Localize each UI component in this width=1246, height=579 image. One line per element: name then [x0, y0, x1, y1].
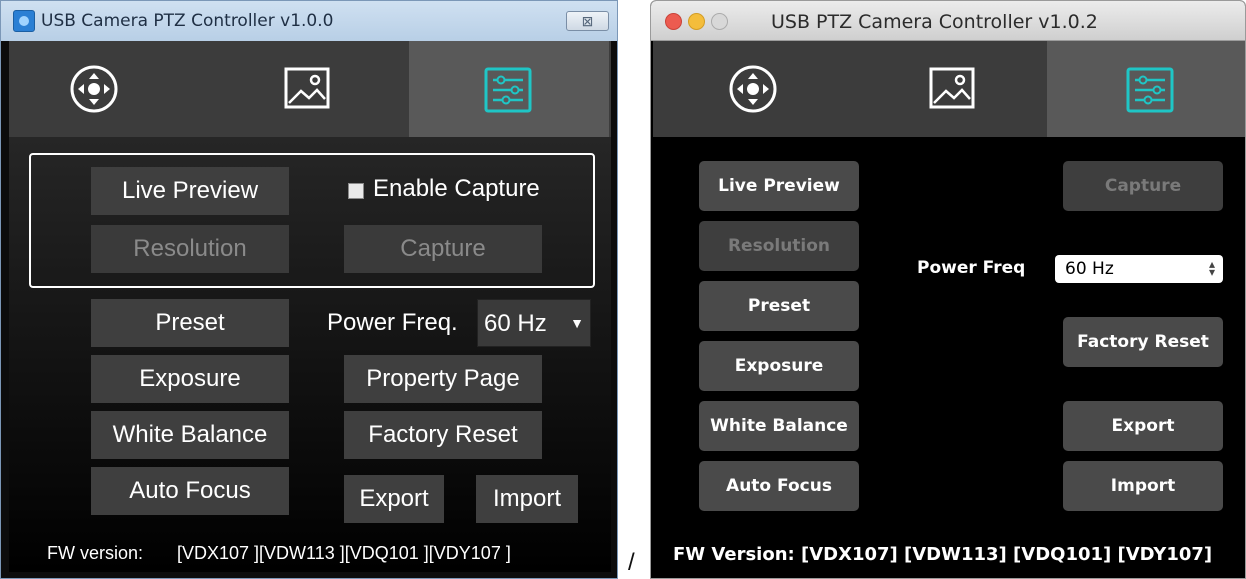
fw-version-label: FW version: [47, 543, 144, 563]
settings-panel: Live Preview Enable Capture Resolution C… [9, 137, 611, 572]
white-balance-button[interactable]: White Balance [699, 401, 859, 451]
power-freq-label: Power Freq. [327, 309, 458, 336]
auto-focus-button[interactable]: Auto Focus [699, 461, 859, 511]
stepper-arrows-icon: ▴ ▾ [1208, 257, 1215, 279]
window-title: USB PTZ Camera Controller v1.0.2 [771, 11, 1098, 33]
tab-bar [9, 41, 611, 137]
capture-button[interactable]: Capture [344, 225, 542, 273]
fw-version-text: FW Version: [VDX107] [VDW113] [VDQ101] [… [673, 544, 1213, 565]
enable-capture-label: Enable Capture [373, 175, 540, 202]
enable-capture-checkbox[interactable] [348, 183, 364, 199]
minimize-button[interactable] [688, 13, 705, 30]
tab-bar [653, 41, 1245, 137]
sliders-settings-icon [1126, 67, 1174, 113]
import-button[interactable]: Import [1063, 461, 1223, 511]
capture-button[interactable]: Capture [1063, 161, 1223, 211]
preset-button[interactable]: Preset [91, 299, 289, 347]
resolution-button[interactable]: Resolution [699, 221, 859, 271]
image-settings-icon [284, 67, 330, 109]
tab-settings[interactable] [1047, 41, 1245, 137]
power-freq-value: 60 Hz [1065, 259, 1114, 279]
tab-ptz-control[interactable] [9, 41, 209, 137]
title-bar: USB PTZ Camera Controller v1.0.2 [651, 1, 1245, 41]
title-bar: USB Camera PTZ Controller v1.0.0 ⊠ [1, 1, 617, 41]
power-freq-select[interactable]: 60 Hz ▼ [477, 299, 591, 347]
dropdown-arrow-icon: ▼ [564, 300, 590, 346]
resolution-button[interactable]: Resolution [91, 225, 289, 273]
factory-reset-button[interactable]: Factory Reset [1063, 317, 1223, 367]
white-balance-button[interactable]: White Balance [91, 411, 289, 459]
tab-image[interactable] [851, 41, 1047, 137]
zoom-button[interactable] [711, 13, 728, 30]
preset-button[interactable]: Preset [699, 281, 859, 331]
sliders-settings-icon [484, 67, 532, 113]
tab-ptz-control[interactable] [653, 41, 851, 137]
ptz-control-icon [70, 65, 118, 113]
exposure-button[interactable]: Exposure [91, 355, 289, 403]
auto-focus-button[interactable]: Auto Focus [91, 467, 289, 515]
import-button[interactable]: Import [476, 475, 578, 523]
close-button[interactable]: ⊠ [566, 11, 609, 31]
image-settings-icon [929, 67, 975, 109]
tab-image[interactable] [209, 41, 409, 137]
power-freq-label: Power Freq [917, 258, 1026, 278]
export-button[interactable]: Export [344, 475, 444, 523]
power-freq-value: 60 Hz [484, 310, 547, 337]
exposure-button[interactable]: Exposure [699, 341, 859, 391]
factory-reset-button[interactable]: Factory Reset [344, 411, 542, 459]
separator: / [628, 549, 635, 576]
mac-app-window: USB PTZ Camera Controller v1.0.2 Live Pr… [650, 0, 1246, 579]
live-preview-button[interactable]: Live Preview [91, 167, 289, 215]
fw-version-value: [VDX107 ][VDW113 ][VDQ101 ][VDY107 ] [177, 543, 511, 563]
settings-panel: Live Preview Capture Resolution Power Fr… [651, 137, 1245, 578]
tab-settings[interactable] [409, 41, 609, 137]
close-button[interactable] [665, 13, 682, 30]
camera-app-icon [13, 10, 35, 32]
power-freq-select[interactable]: 60 Hz ▴ ▾ [1055, 255, 1223, 283]
property-page-button[interactable]: Property Page [344, 355, 542, 403]
windows-app-window: USB Camera PTZ Controller v1.0.0 ⊠ Live … [0, 0, 618, 579]
ptz-control-icon [729, 65, 777, 113]
export-button[interactable]: Export [1063, 401, 1223, 451]
window-title: USB Camera PTZ Controller v1.0.0 [41, 11, 334, 31]
live-preview-button[interactable]: Live Preview [699, 161, 859, 211]
